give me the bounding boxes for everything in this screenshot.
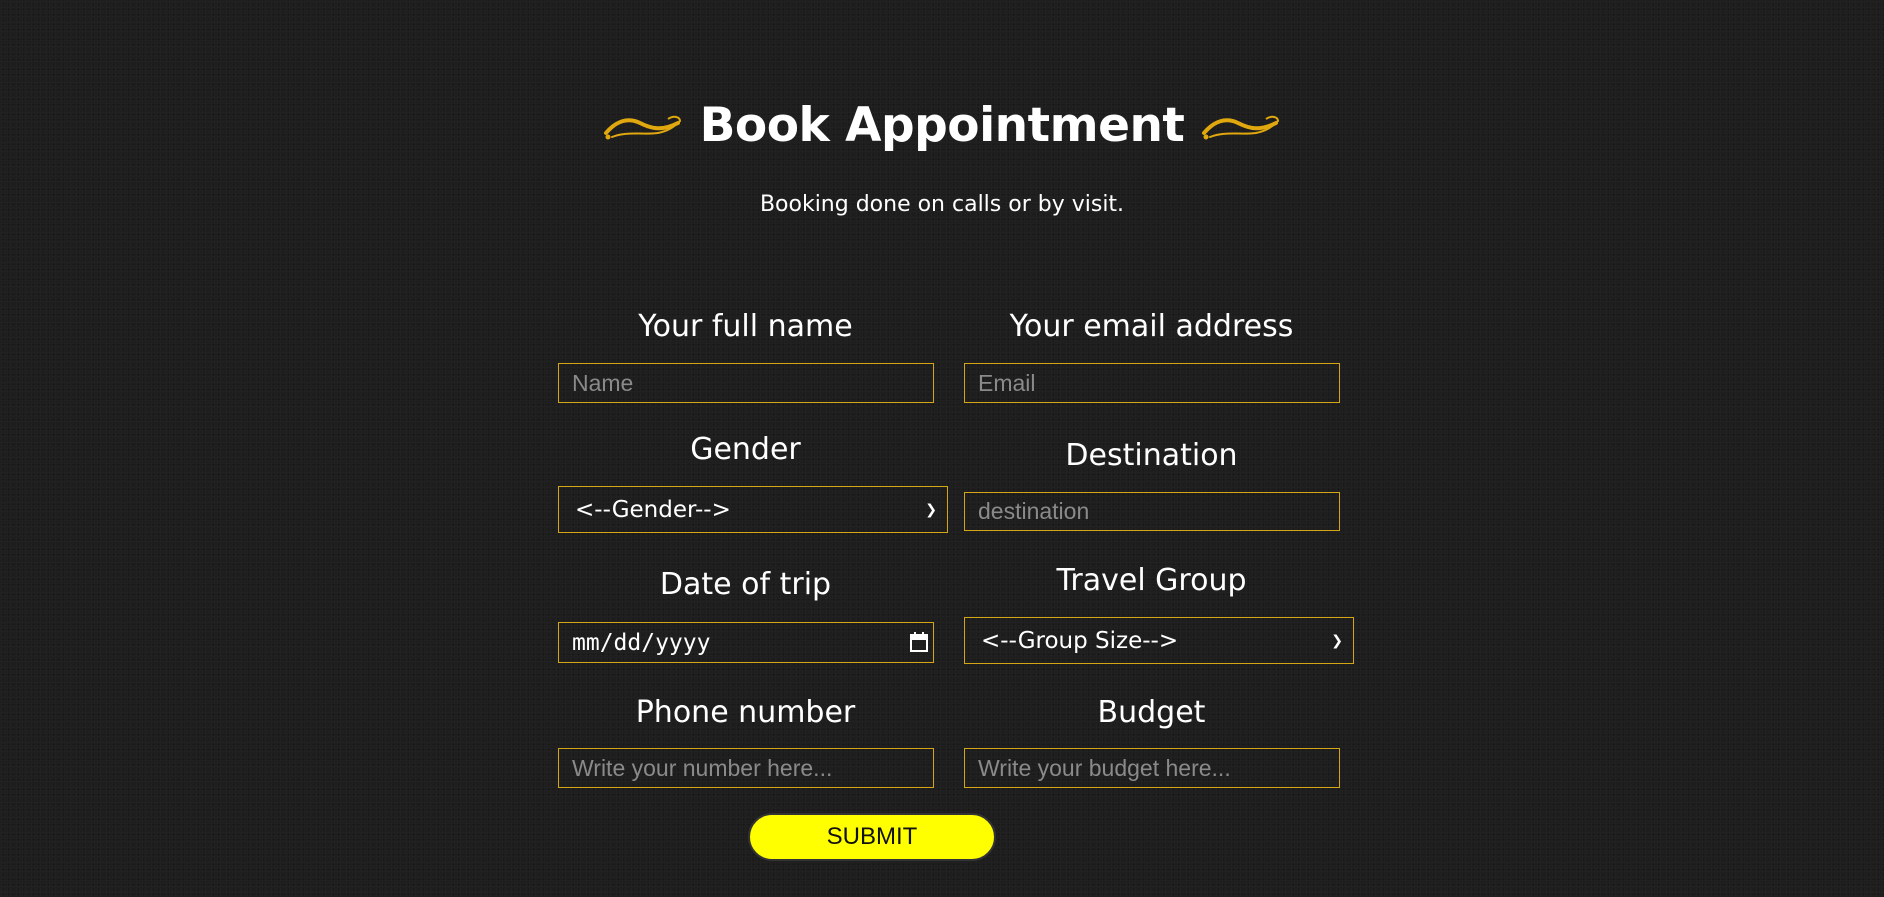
name-label: Your full name [638,309,853,344]
date-placeholder: mm/dd/yyyy [572,629,711,656]
destination-input[interactable] [964,492,1340,531]
page-title: Book Appointment [699,98,1185,153]
date-input[interactable]: mm/dd/yyyy [558,622,934,663]
gender-label: Gender [690,432,801,467]
calendar-icon[interactable] [909,631,929,653]
group-size-select[interactable]: <--Group Size--> ❯ [964,617,1354,664]
date-label: Date of trip [659,567,832,602]
chevron-down-icon: ❯ [925,501,937,518]
phone-input[interactable] [558,748,934,788]
page-header: Book Appointment [0,92,1884,160]
email-label: Your email address [1009,309,1294,344]
destination-label: Destination [1065,438,1238,473]
submit-button[interactable]: SUBMIT [748,813,996,861]
email-input[interactable] [964,363,1340,403]
phone-label: Phone number [635,695,856,730]
page-subtitle: Booking done on calls or by visit. [759,192,1125,217]
gender-selected-value: <--Gender--> [575,496,731,523]
budget-label: Budget [1097,695,1206,730]
chevron-down-icon: ❯ [1331,632,1343,649]
swirl-ornament-icon [603,115,681,140]
budget-input[interactable] [964,748,1340,788]
swirl-ornament-icon [1202,115,1280,140]
gender-select[interactable]: <--Gender--> ❯ [558,486,948,533]
group-size-selected-value: <--Group Size--> [981,627,1179,654]
travel-group-label: Travel Group [1056,563,1247,598]
name-input[interactable] [558,363,934,403]
title-row: Book Appointment [602,92,1283,160]
